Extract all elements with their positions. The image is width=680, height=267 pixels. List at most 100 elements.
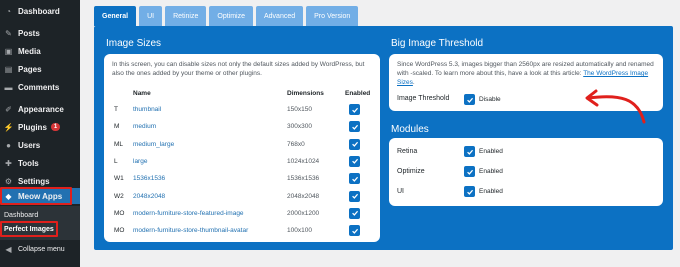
- size-dimensions: 150x150: [287, 106, 312, 113]
- sidebar-item-users[interactable]: ● Users: [0, 136, 80, 154]
- column-dimensions: Dimensions: [287, 90, 324, 97]
- module-retina-label: Retina: [397, 148, 418, 155]
- size-code: W2: [114, 192, 124, 200]
- tab-pro-version[interactable]: Pro Version: [306, 6, 359, 26]
- module-ui-value: Enabled: [479, 188, 503, 195]
- sidebar-item-media[interactable]: ▣ Media: [0, 42, 80, 60]
- tab-advanced[interactable]: Advanced: [256, 6, 304, 26]
- tab-general[interactable]: General: [94, 6, 137, 26]
- size-name-link[interactable]: 2048x2048: [133, 193, 165, 200]
- size-enabled-checkbox[interactable]: [349, 121, 360, 133]
- size-enabled-checkbox[interactable]: [349, 207, 360, 219]
- size-dimensions: 1536x1536: [287, 175, 320, 183]
- size-name-link[interactable]: thumbnail: [133, 106, 161, 113]
- checkmark-icon: [466, 97, 473, 103]
- image-threshold-checkbox[interactable]: [464, 94, 475, 105]
- size-code: M: [114, 123, 120, 131]
- size-enabled-checkbox[interactable]: [349, 225, 360, 237]
- size-enabled-checkbox[interactable]: [349, 138, 360, 150]
- size-code: ML: [114, 140, 124, 148]
- users-icon: ●: [6, 140, 11, 150]
- checkmark-icon: [351, 124, 358, 130]
- size-dimensions: 100x100: [287, 227, 312, 235]
- checkmark-icon: [351, 159, 358, 165]
- size-name-link[interactable]: medium: [133, 123, 156, 130]
- settings-icon: ⚙: [4, 176, 13, 186]
- image-sizes-card: In this screen, you can disable sizes no…: [104, 54, 380, 242]
- image-sizes-description: In this screen, you can disable sizes no…: [112, 61, 365, 77]
- sidebar-item-posts[interactable]: ✎ Posts: [0, 24, 80, 42]
- admin-sidebar: ◔ Dashboard ✎ Posts ▣ Media ▤ Pages ▬ Co…: [0, 0, 80, 267]
- sidebar-item-tools[interactable]: ✚ Tools: [0, 154, 80, 172]
- size-enabled-checkbox[interactable]: [349, 155, 360, 167]
- submenu-item-dashboard[interactable]: Dashboard: [0, 208, 80, 222]
- size-name-link[interactable]: modern-furniture-store-thumbnail-avatar: [133, 227, 248, 234]
- checkmark-icon: [351, 176, 358, 182]
- sidebar-item-plugins[interactable]: ⚡ Plugins 1: [0, 118, 80, 136]
- image-threshold-label: Image Threshold: [397, 95, 450, 102]
- size-code: W1: [114, 175, 124, 183]
- collapse-icon: ◀: [5, 244, 12, 254]
- modules-card: Retina Enabled Optimize Enabled UI Enabl…: [389, 138, 663, 206]
- modules-title: Modules: [391, 124, 429, 135]
- size-name-link[interactable]: medium_large: [133, 141, 174, 148]
- size-dimensions: 1024x1024: [287, 157, 320, 165]
- size-code: MO: [114, 209, 125, 217]
- tab-retinize[interactable]: Retinize: [165, 6, 207, 26]
- checkmark-icon: [466, 149, 473, 155]
- size-dimensions: 768x0: [287, 140, 305, 148]
- checkmark-icon: [351, 228, 358, 234]
- media-icon: ▣: [4, 46, 13, 56]
- module-optimize-value: Enabled: [479, 168, 503, 175]
- module-ui-checkbox[interactable]: [464, 186, 475, 197]
- main-content: General UI Retinize Optimize Advanced Pr…: [80, 0, 680, 267]
- module-retina-checkbox[interactable]: [464, 146, 475, 157]
- tab-optimize[interactable]: Optimize: [209, 6, 253, 26]
- size-code: T: [114, 106, 118, 113]
- checkmark-icon: [351, 141, 358, 147]
- wp-admin-screen: ◔ Dashboard ✎ Posts ▣ Media ▤ Pages ▬ Co…: [0, 0, 680, 267]
- size-name-link[interactable]: large: [133, 158, 147, 165]
- checkmark-icon: [351, 107, 358, 113]
- image-sizes-title: Image Sizes: [106, 38, 162, 49]
- size-enabled-checkbox[interactable]: [349, 104, 360, 115]
- module-ui-label: UI: [397, 188, 404, 195]
- size-dimensions: 2000x1200: [287, 209, 320, 217]
- size-enabled-checkbox[interactable]: [349, 190, 360, 202]
- sidebar-item-appearance[interactable]: ✐ Appearance: [0, 100, 80, 118]
- sidebar-item-pages[interactable]: ▤ Pages: [0, 60, 80, 78]
- module-retina-value: Enabled: [479, 148, 503, 155]
- size-dimensions: 300x300: [287, 123, 312, 131]
- plugin-icon: ⚡: [3, 122, 14, 132]
- sidebar-item-dashboard[interactable]: ◔ Dashboard: [0, 2, 80, 20]
- checkmark-icon: [466, 189, 473, 195]
- brush-icon: ✐: [5, 104, 12, 114]
- wrench-icon: ✚: [5, 158, 12, 168]
- column-name: Name: [133, 90, 151, 97]
- size-name-link[interactable]: 1536x1536: [133, 175, 165, 182]
- big-image-description: Since WordPress 5.3, images bigger than …: [397, 61, 654, 86]
- module-optimize-checkbox[interactable]: [464, 166, 475, 177]
- size-enabled-checkbox[interactable]: [349, 173, 360, 185]
- collapse-menu-button[interactable]: ◀ Collapse menu: [0, 240, 80, 258]
- size-dimensions: 2048x2048: [287, 192, 320, 200]
- pages-icon: ▤: [4, 64, 13, 74]
- checkmark-icon: [351, 211, 358, 217]
- checkmark-icon: [351, 193, 358, 199]
- column-enabled: Enabled: [345, 90, 371, 97]
- sidebar-item-comments[interactable]: ▬ Comments: [0, 78, 80, 96]
- comments-icon: ▬: [4, 82, 13, 92]
- meow-apps-highlight: [0, 187, 72, 205]
- annotation-arrow-icon: [585, 89, 646, 124]
- size-name-link[interactable]: modern-furniture-store-featured-image: [133, 210, 244, 217]
- pin-icon: ✎: [5, 28, 12, 38]
- size-code: MO: [114, 227, 125, 235]
- plugins-update-badge: 1: [50, 123, 61, 131]
- settings-panel: Image Sizes In this screen, you can disa…: [94, 26, 673, 250]
- module-optimize-label: Optimize: [397, 168, 425, 175]
- perfect-images-highlight: [0, 221, 58, 237]
- image-threshold-value: Disable: [479, 96, 501, 103]
- settings-tabs: General UI Retinize Optimize Advanced Pr…: [94, 6, 361, 26]
- dashboard-icon: ◔: [6, 6, 11, 16]
- tab-ui[interactable]: UI: [139, 6, 163, 26]
